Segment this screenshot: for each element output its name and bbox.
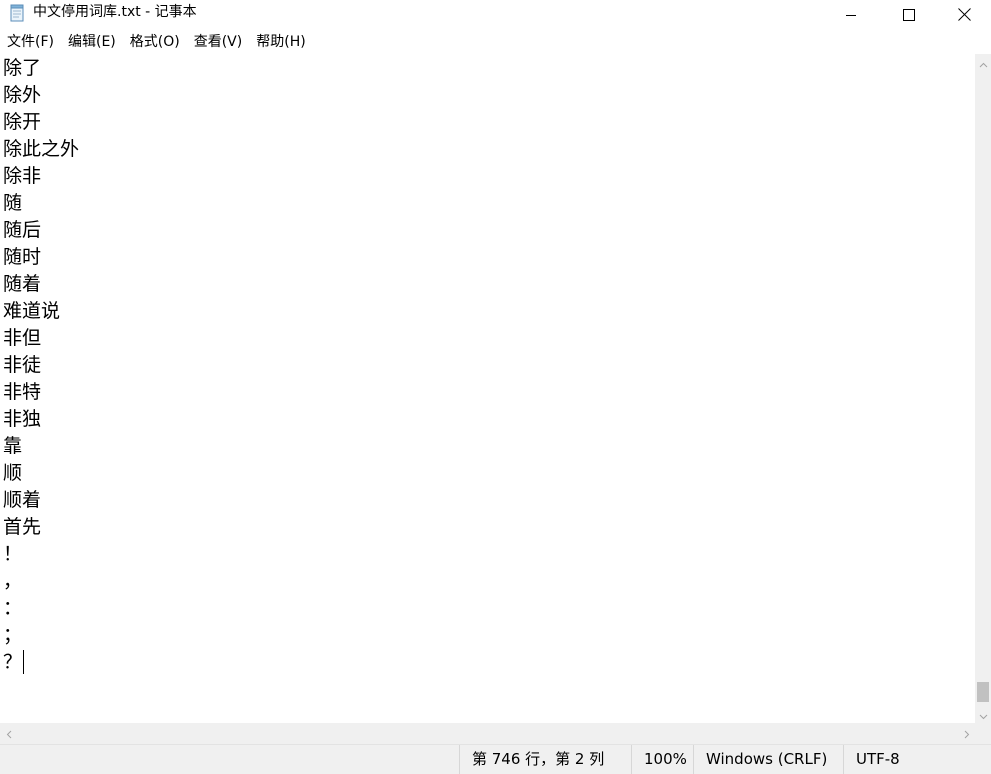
scroll-left-button[interactable] xyxy=(0,723,17,744)
status-line-ending: Windows (CRLF) xyxy=(693,745,843,774)
minimize-button[interactable] xyxy=(822,0,880,30)
text-line: 除开 xyxy=(3,111,42,133)
text-line: 除外 xyxy=(3,84,42,106)
menu-bar: 文件(F) 编辑(E) 格式(O) 查看(V) 帮助(H) xyxy=(0,30,991,53)
text-line: 难道说 xyxy=(3,300,61,322)
menu-view[interactable]: 查看(V) xyxy=(187,32,250,52)
text-line: 顺着 xyxy=(3,489,42,511)
status-cursor-position: 第 746 行，第 2 列 xyxy=(459,745,631,774)
text-line: 靠 xyxy=(3,435,23,457)
title-bar[interactable]: 中文停用词库.txt - 记事本 xyxy=(0,0,991,30)
horizontal-scrollbar[interactable] xyxy=(0,723,975,744)
text-line: ： xyxy=(3,597,23,619)
text-line: ； xyxy=(3,624,23,646)
text-line: 顺 xyxy=(3,462,23,484)
notepad-window: 中文停用词库.txt - 记事本 文件(F) 编辑(E) 格式(O) 查看(V)… xyxy=(0,0,991,774)
chevron-up-icon xyxy=(979,53,988,72)
minimize-icon xyxy=(845,6,857,25)
text-line: 非独 xyxy=(3,408,42,430)
text-editor[interactable]: 除了 除外 除开 除此之外 除非 随 随后 随时 随着 难道说 非但 非徒 非特… xyxy=(0,54,975,723)
text-line: ？ xyxy=(3,651,23,673)
scroll-down-button[interactable] xyxy=(975,706,991,723)
text-line: ， xyxy=(3,570,23,592)
chevron-left-icon xyxy=(6,724,12,743)
menu-help[interactable]: 帮助(H) xyxy=(249,32,312,52)
window-title: 中文停用词库.txt - 记事本 xyxy=(33,4,197,20)
menu-format[interactable]: 格式(O) xyxy=(123,32,187,52)
text-line: 非徒 xyxy=(3,354,42,376)
status-encoding: UTF-8 xyxy=(843,745,991,774)
text-line: 随着 xyxy=(3,273,42,295)
text-line: ！ xyxy=(3,543,23,565)
text-line: 随后 xyxy=(3,219,42,241)
text-caret xyxy=(23,650,24,674)
maximize-button[interactable] xyxy=(880,0,938,30)
text-line: 除非 xyxy=(3,165,42,187)
vertical-scrollbar[interactable] xyxy=(975,54,991,723)
text-line: 随时 xyxy=(3,246,42,268)
vertical-scroll-thumb[interactable] xyxy=(977,682,989,702)
text-line: 除了 xyxy=(3,57,42,79)
menu-edit[interactable]: 编辑(E) xyxy=(61,32,123,52)
close-icon xyxy=(958,6,971,25)
status-zoom: 100% xyxy=(631,745,693,774)
scrollbar-corner xyxy=(975,723,991,744)
text-line: 非但 xyxy=(3,327,42,349)
text-line: 除此之外 xyxy=(3,138,80,160)
chevron-right-icon xyxy=(964,724,970,743)
notepad-icon xyxy=(9,4,25,22)
text-line: 首先 xyxy=(3,516,42,538)
text-line: 随 xyxy=(3,192,23,214)
chevron-down-icon xyxy=(979,705,988,724)
menu-file[interactable]: 文件(F) xyxy=(0,32,61,52)
close-button[interactable] xyxy=(938,0,991,30)
maximize-icon xyxy=(903,6,915,25)
scroll-up-button[interactable] xyxy=(975,54,991,71)
text-line: 非特 xyxy=(3,381,42,403)
scroll-right-button[interactable] xyxy=(958,723,975,744)
status-bar: 第 746 行，第 2 列 100% Windows (CRLF) UTF-8 xyxy=(0,744,991,774)
